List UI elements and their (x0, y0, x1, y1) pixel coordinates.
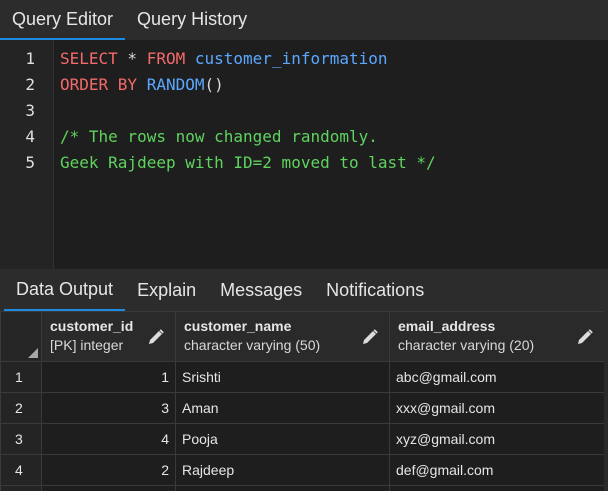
select-all-corner[interactable] (0, 311, 42, 362)
code-token: FROM (146, 49, 186, 68)
pencil-icon[interactable] (147, 328, 165, 346)
table-row[interactable]: 4 2 Rajdeep def@gmail.com (0, 454, 605, 486)
pencil-icon[interactable] (576, 328, 594, 346)
table-row[interactable]: 2 3 Aman xxx@gmail.com (0, 392, 605, 424)
row-number[interactable]: 4 (0, 454, 42, 486)
row-number[interactable]: 3 (0, 423, 42, 455)
cell-email-address[interactable]: xxx@gmail.com (389, 392, 605, 424)
code-line[interactable]: /* The rows now changed randomly. (60, 124, 608, 150)
code-token: * (117, 49, 147, 68)
cell-customer-id[interactable]: 4 (41, 423, 176, 455)
cell-customer-id[interactable]: 3 (41, 392, 176, 424)
code-token: () (204, 75, 224, 94)
table-row[interactable]: 1 1 Srishti abc@gmail.com (0, 361, 605, 393)
tab-data-output[interactable]: Data Output (4, 269, 126, 311)
code-token: ORDER BY (60, 75, 138, 94)
cell-email-address[interactable]: def@gmail.com (389, 454, 605, 486)
line-number-gutter: 1 2 3 4 5 (0, 40, 54, 269)
code-token: /* The rows now changed randomly. (60, 127, 378, 146)
query-tab-bar: Query Editor Query History (0, 0, 608, 40)
code-line[interactable]: Geek Rajdeep with ID=2 moved to last */ (60, 150, 608, 176)
line-number: 3 (25, 101, 35, 120)
column-name: customer_name (184, 318, 292, 334)
empty-cell (175, 485, 390, 491)
cell-customer-name[interactable]: Aman (175, 392, 390, 424)
code-token: RANDOM (137, 75, 205, 94)
empty-cell (389, 485, 605, 491)
cell-email-address[interactable]: abc@gmail.com (389, 361, 605, 393)
results-table: customer_id [PK] integer customer_name c… (0, 311, 605, 491)
code-token: SELECT (60, 49, 118, 68)
row-number[interactable]: 1 (0, 361, 42, 393)
line-number: 4 (25, 127, 35, 146)
line-number: 1 (25, 49, 35, 68)
code-token: customer_information (185, 49, 388, 68)
tab-query-editor[interactable]: Query Editor (0, 0, 126, 40)
column-header-customer-name[interactable]: customer_name character varying (50) (175, 311, 390, 362)
code-area[interactable]: SELECT * FROM customer_information ORDER … (54, 40, 608, 269)
column-header-customer-id[interactable]: customer_id [PK] integer (41, 311, 176, 362)
column-type: character varying (50) (184, 337, 321, 353)
tab-query-history[interactable]: Query History (125, 0, 259, 38)
cell-email-address[interactable]: xyz@gmail.com (389, 423, 605, 455)
line-number: 5 (25, 153, 35, 172)
row-number[interactable]: 2 (0, 392, 42, 424)
table-row[interactable]: 3 4 Pooja xyz@gmail.com (0, 423, 605, 455)
cell-customer-id[interactable]: 2 (41, 454, 176, 486)
column-name: email_address (398, 318, 496, 334)
sql-editor[interactable]: 1 2 3 4 5 SELECT * FROM customer_informa… (0, 40, 608, 269)
column-header-email-address[interactable]: email_address character varying (20) (389, 311, 605, 362)
empty-cell (41, 485, 176, 491)
header-row: customer_id [PK] integer customer_name c… (0, 311, 605, 362)
vertical-scrollbar[interactable] (604, 311, 608, 491)
tab-notifications[interactable]: Notifications (314, 269, 436, 311)
code-token: Geek Rajdeep with ID=2 moved to last */ (60, 153, 436, 172)
code-line[interactable]: SELECT * FROM customer_information (60, 46, 608, 72)
line-number: 2 (25, 75, 35, 94)
data-output-grid: customer_id [PK] integer customer_name c… (0, 311, 608, 491)
row-number (0, 485, 42, 491)
code-line[interactable] (60, 98, 608, 124)
code-line[interactable]: ORDER BY RANDOM() (60, 72, 608, 98)
output-tab-bar: Data Output Explain Messages Notificatio… (0, 269, 608, 311)
tab-explain[interactable]: Explain (125, 269, 208, 311)
cell-customer-id[interactable]: 1 (41, 361, 176, 393)
pencil-icon[interactable] (361, 328, 379, 346)
cell-customer-name[interactable]: Rajdeep (175, 454, 390, 486)
tab-messages[interactable]: Messages (208, 269, 314, 311)
cell-customer-name[interactable]: Srishti (175, 361, 390, 393)
column-type: character varying (20) (398, 337, 535, 353)
cell-customer-name[interactable]: Pooja (175, 423, 390, 455)
table-row-empty (0, 485, 605, 491)
